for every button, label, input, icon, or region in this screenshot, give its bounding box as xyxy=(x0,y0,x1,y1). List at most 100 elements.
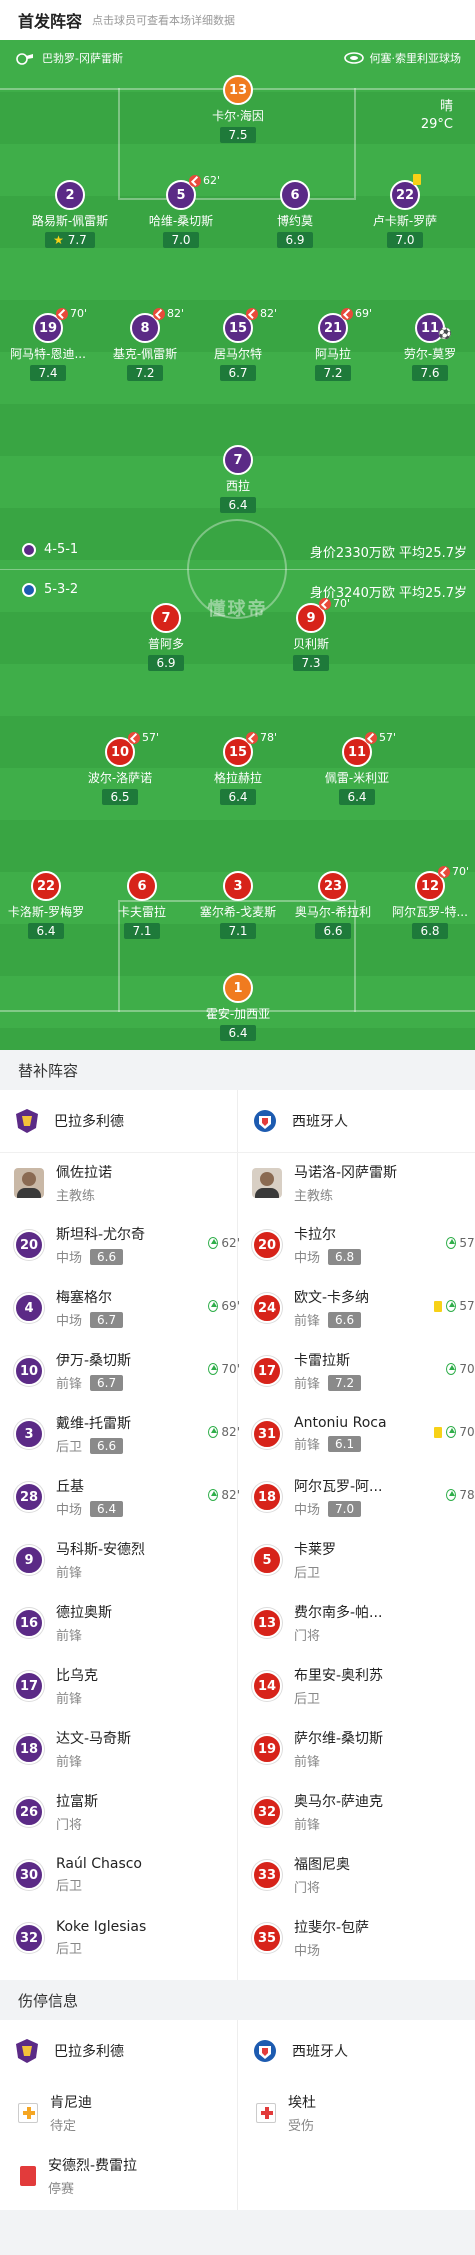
sub-player-row[interactable]: 3 戴维-托雷斯 后卫 6.6 82' xyxy=(14,1403,250,1465)
sub-player-row[interactable]: 18 阿尔瓦罗-阿... 中场 7.0 78' xyxy=(252,1466,475,1528)
sub-player-row[interactable]: 14 布里安-奥利苏 后卫 xyxy=(252,1655,475,1717)
sub-player-row[interactable]: 17 卡雷拉斯前锋 7.2 70' xyxy=(252,1340,475,1402)
venue-name: 何塞·索里利亚球场 xyxy=(369,52,462,65)
player-rating: 6.7 xyxy=(90,1374,124,1391)
sub-player-row[interactable]: 31 Antoniu Roca 前锋 6.1 70' xyxy=(252,1403,475,1465)
position-text: 门将 xyxy=(294,1629,321,1644)
event-badge: 70' xyxy=(438,865,469,878)
coach-role: 主教练 xyxy=(56,1189,96,1204)
injury-row[interactable]: 埃杜 受伤 xyxy=(252,2082,475,2144)
player-rating: 6.9 xyxy=(148,655,184,671)
away-player[interactable]: 15 78' 格拉赫拉 6.4 xyxy=(183,731,293,805)
player-name: 塞尔希-戈麦斯 xyxy=(199,905,277,919)
sub-player-row[interactable]: 10 伊万-桑切斯 前锋 6.7 70' xyxy=(14,1340,250,1402)
home-player[interactable]: 21 69' 阿马拉 7.2 xyxy=(278,307,388,381)
home-coach-row[interactable]: 佩佐拉诺 主教练 xyxy=(14,1152,250,1214)
home-player[interactable]: 7 西拉 6.4 xyxy=(183,445,293,513)
yellow-card-icon xyxy=(434,1300,443,1312)
home-player[interactable]: 11 ⚽ 劳尔-莫罗 7.6 xyxy=(375,313,475,381)
sub-minute: 69' xyxy=(221,1299,240,1313)
sub-player-row[interactable]: 35 拉斐尔-包萨 中场 xyxy=(252,1907,475,1969)
injury-row[interactable]: 肯尼迪 待定 xyxy=(14,2082,250,2144)
valladolid-crest-icon xyxy=(22,542,36,557)
sub-player-row[interactable]: 16 德拉奥斯 前锋 xyxy=(14,1592,250,1654)
away-player[interactable]: 1 霍安-加西亚 6.4 xyxy=(183,973,293,1041)
sub-in-arrow-icon xyxy=(208,1426,219,1438)
away-coach-row[interactable]: 马诺洛-冈萨雷斯 主教练 xyxy=(252,1152,475,1214)
away-player[interactable]: 22 卡洛斯-罗梅罗 6.4 xyxy=(0,871,101,939)
home-player[interactable]: 5 62' 哈维-桑切斯 7.0 xyxy=(126,174,236,248)
player-rating: 6.8 xyxy=(412,923,448,939)
away-player[interactable]: 12 70' 阿尔瓦罗-特... 6.8 xyxy=(375,865,475,939)
sub-player-row[interactable]: 4 梅塞格尔 中场 6.7 69' xyxy=(14,1277,250,1339)
sub-player-row[interactable]: 33 福图尼奥 门将 xyxy=(252,1844,475,1906)
sub-in-badge: 78' xyxy=(446,1488,475,1502)
player-name: 波尔-洛萨诺 xyxy=(87,771,153,785)
player-rating: 7.1 xyxy=(220,923,256,939)
sub-player-row[interactable]: 20 斯坦科-尤尔奇 中场 6.6 62' xyxy=(14,1214,250,1276)
home-player[interactable]: 22 卢卡斯-罗萨 7.0 xyxy=(350,174,460,248)
away-player[interactable]: 6 卡夫雷拉 7.1 xyxy=(87,871,197,939)
sub-minute: 70' xyxy=(221,1362,240,1376)
away-player[interactable]: 11 57' 佩雷-米利亚 6.4 xyxy=(302,731,412,805)
jersey-number: 6 xyxy=(127,871,157,901)
rating-value: 6.5 xyxy=(110,790,130,804)
position-text: 中场 xyxy=(56,1314,83,1329)
player-name: 斯坦科-尤尔奇 xyxy=(56,1227,146,1243)
away-player[interactable]: 3 塞尔希-戈麦斯 7.1 xyxy=(183,871,293,939)
player-name: 奥马尔-萨迪克 xyxy=(294,1794,384,1810)
jersey-number: 10 xyxy=(14,1356,44,1386)
sub-in-badge: 70' xyxy=(208,1362,240,1376)
home-value: 身价2330万欧 平均25.7岁 xyxy=(309,546,467,561)
event-minute: 69' xyxy=(355,307,373,320)
player-name: Antoniu Roca xyxy=(294,1415,387,1431)
home-player[interactable]: 2 路易斯-佩雷斯 ★ 7.7 xyxy=(15,180,125,248)
player-rating: 6.4 xyxy=(220,497,256,513)
away-player[interactable]: 10 57' 波尔-洛萨诺 6.5 xyxy=(65,731,175,805)
home-player[interactable]: 15 82' 居马尔特 6.7 xyxy=(183,307,293,381)
position-text: 门将 xyxy=(294,1881,321,1896)
away-value: 身价3240万欧 平均25.7岁 xyxy=(309,586,467,601)
sub-player-row[interactable]: 18 达文-马奇斯 前锋 xyxy=(14,1718,250,1780)
sub-minute: 82' xyxy=(221,1488,240,1502)
rating-value: 6.6 xyxy=(323,924,343,938)
jersey-number: 20 xyxy=(14,1230,44,1260)
away-player[interactable]: 23 奥马尔-希拉利 6.6 xyxy=(278,871,388,939)
event-minute: 70' xyxy=(452,865,470,878)
sub-player-row[interactable]: 13 费尔南多-帕... 门将 xyxy=(252,1592,475,1654)
sub-player-row[interactable]: 32 Koke Iglesias 后卫 xyxy=(14,1907,250,1969)
substitution-icon xyxy=(246,307,258,320)
away-team-header: 西班牙人 xyxy=(252,1090,348,1152)
sub-player-row[interactable]: 24 欧文-卡多纳前锋 6.6 57' xyxy=(252,1277,475,1339)
sub-in-arrow-icon xyxy=(446,1237,457,1249)
player-info: Koke Iglesias 后卫 xyxy=(56,1919,250,1957)
jersey-number: 17 xyxy=(14,1671,44,1701)
player-name: 哈维-桑切斯 xyxy=(148,214,214,228)
espanyol-crest-icon xyxy=(254,2040,276,2062)
home-player[interactable]: 13 卡尔·海因 7.5 xyxy=(183,75,293,143)
sub-player-row[interactable]: 9 马科斯-安德烈 前锋 xyxy=(14,1529,250,1591)
sub-player-row[interactable]: 26 拉富斯 门将 xyxy=(14,1781,250,1843)
sub-player-row[interactable]: 20 卡拉尔中场 6.8 57' xyxy=(252,1214,475,1276)
player-position: 门将 xyxy=(294,1625,475,1644)
player-rating: 6.4 xyxy=(90,1500,124,1517)
sub-player-row[interactable]: 30 Raúl Chasco 后卫 xyxy=(14,1844,250,1906)
player-name: 卡莱罗 xyxy=(294,1542,336,1558)
position-text: 后卫 xyxy=(56,1879,83,1894)
sub-player-row[interactable]: 32 奥马尔-萨迪克 前锋 xyxy=(252,1781,475,1843)
home-player[interactable]: 19 70' 阿马特-恩迪... 7.4 xyxy=(0,307,103,381)
sub-player-row[interactable]: 28 丘基 中场 6.4 82' xyxy=(14,1466,250,1528)
home-player[interactable]: 6 博约莫 6.9 xyxy=(240,180,350,248)
jersey-number: 28 xyxy=(14,1482,44,1512)
injury-panel: 巴拉多利德 西班牙人 肯尼迪 待定 安德烈-费雷拉 停赛 埃杜 受伤 xyxy=(0,2020,475,2210)
injury-row[interactable]: 安德烈-费雷拉 停赛 xyxy=(14,2145,250,2207)
sub-player-row[interactable]: 19 萨尔维-桑切斯 前锋 xyxy=(252,1718,475,1780)
player-name: 卡尔·海因 xyxy=(212,109,264,123)
jersey-number: 24 xyxy=(252,1293,282,1323)
sub-in-arrow-icon xyxy=(208,1489,219,1501)
sub-player-row[interactable]: 5 卡莱罗 后卫 xyxy=(252,1529,475,1591)
position-text: 前锋 xyxy=(56,1692,83,1707)
player-rating: ★ 7.7 xyxy=(45,232,95,248)
coach-avatar xyxy=(14,1168,44,1198)
sub-player-row[interactable]: 17 比乌克 前锋 xyxy=(14,1655,250,1717)
